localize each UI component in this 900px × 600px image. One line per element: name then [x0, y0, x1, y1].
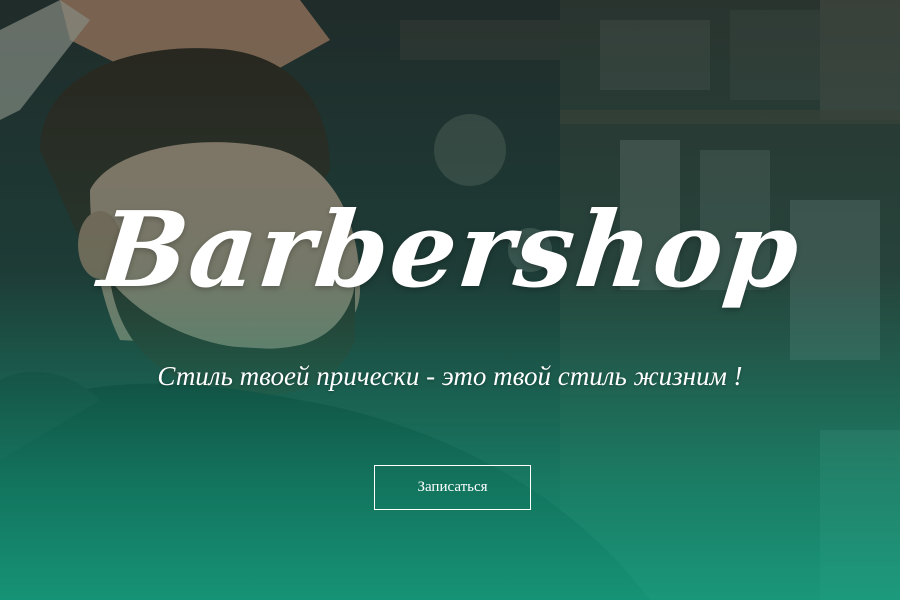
book-appointment-button[interactable]: Записаться — [374, 465, 531, 510]
hero-title: Barbershop — [93, 188, 807, 311]
hero-subtitle: Стиль твоей прически - это твой стиль жи… — [157, 361, 743, 391]
hero-section: Barbershop Стиль твоей прически - это тв… — [0, 0, 900, 600]
hero-content: Barbershop Стиль твоей прически - это тв… — [0, 0, 900, 600]
